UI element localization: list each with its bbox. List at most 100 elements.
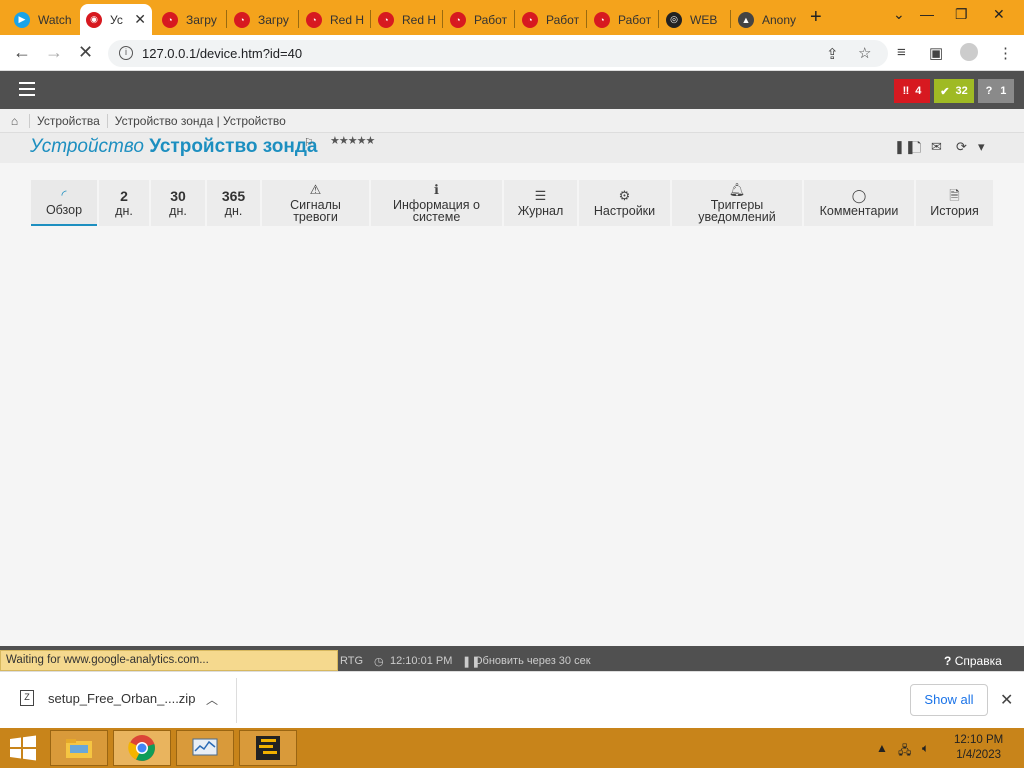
browser-tab-label: Anony [762, 12, 797, 27]
tab-alarms[interactable]: ⚠ Сигналы тревоги [262, 180, 369, 226]
chrome-taskbar-button[interactable] [113, 730, 171, 766]
flag-icon[interactable]: ⚐ [304, 136, 314, 149]
sensors-up-badge[interactable]: ✔ 32 [934, 79, 974, 103]
tab-log[interactable]: ☰ Журнал [504, 180, 577, 226]
tab-label: Журнал [517, 203, 564, 218]
browser-tab[interactable]: ◔ Загру [156, 4, 226, 35]
browser-tab[interactable]: ◎ WEB [660, 4, 730, 35]
log-icon: ☰ [534, 187, 547, 203]
file-explorer-taskbar-button[interactable] [50, 730, 108, 766]
tab-comments[interactable]: ◯ Комментарии [804, 180, 914, 226]
url-field[interactable]: i 127.0.0.1/device.htm?id=40 ⇪ ☆ [108, 40, 888, 67]
gauge-icon: ◜ [61, 186, 67, 202]
content-area [0, 226, 1024, 646]
help-label: Справка [954, 654, 1002, 668]
help-link[interactable]: ? Справка [944, 654, 1002, 668]
new-tab-button[interactable]: + [810, 6, 822, 29]
tab-30-days[interactable]: 30 дн. [151, 180, 205, 226]
tab-divider [442, 10, 443, 28]
clock-icon: ◷ [374, 656, 384, 668]
close-tab-icon[interactable]: ✕ [134, 11, 146, 28]
bookmark-star-icon[interactable]: ☆ [858, 44, 871, 62]
close-window-icon[interactable]: ✕ [993, 6, 1005, 23]
tab-notification-triggers[interactable]: 🔔︎ Триггеры уведомлений [672, 180, 802, 226]
refresh-countdown[interactable]: Обновить через 30 сек [474, 655, 591, 667]
browser-tab[interactable]: ◔ Работ [588, 4, 658, 35]
close-download-shelf-icon[interactable]: ✕ [1000, 690, 1013, 710]
prtg-icon: ◔ [378, 11, 394, 28]
browser-tab-active[interactable]: ◉ Ус ✕ [80, 4, 152, 35]
volume-icon[interactable]: 🔈︎ [922, 741, 929, 756]
browser-tab-label: Watch [38, 12, 72, 27]
tab-history[interactable]: 🗎 История [916, 180, 993, 226]
tab-2-days[interactable]: 2 дн. [99, 180, 149, 226]
stop-loading-icon[interactable]: ✕ [78, 42, 93, 63]
browser-menu-icon[interactable]: ⋮ [998, 44, 1013, 62]
side-panel-icon[interactable]: ▣ [929, 44, 943, 62]
site-info-icon[interactable]: i [119, 46, 133, 60]
question-icon: ? [985, 85, 993, 97]
prtg-icon: ◔ [450, 11, 466, 28]
url-text[interactable]: 127.0.0.1/device.htm?id=40 [142, 46, 302, 61]
page-title-prefix: Устройство [30, 136, 144, 157]
minimize-icon[interactable]: — [920, 6, 934, 22]
tab-label: дн. [224, 203, 243, 218]
download-filename: setup_Free_Orban_....zip [48, 690, 196, 706]
forward-arrow-icon[interactable]: → [45, 42, 63, 63]
browser-tab[interactable]: ▲ Anony [732, 4, 798, 35]
chevron-up-icon[interactable]: ︿ [206, 691, 218, 708]
breadcrumb-current[interactable]: Устройство зонда | Устройство [108, 114, 293, 128]
browser-tab[interactable]: ◔ Red H [300, 4, 370, 35]
tab-365-days[interactable]: 365 дн. [207, 180, 260, 226]
priority-stars[interactable]: ★★★★★ [330, 134, 375, 147]
info-icon: ℹ [434, 181, 439, 197]
breadcrumb-devices[interactable]: Устройства [30, 113, 108, 128]
app-header: ‼ 4 ✔ 32 ? 1 [0, 71, 1024, 109]
chrome-icon [128, 735, 155, 761]
reading-list-icon[interactable]: ≡ [897, 44, 906, 61]
restore-icon[interactable]: ❐ [955, 6, 968, 23]
hamburger-menu-icon[interactable] [19, 82, 35, 96]
system-clock[interactable]: 12:10 PM 1/4/2023 [954, 733, 1003, 763]
share-icon[interactable]: ⇪ [826, 45, 839, 63]
browser-tab-watch[interactable]: ▶ Watch [8, 4, 74, 35]
tab-settings[interactable]: ⚙ Настройки [579, 180, 670, 226]
tab-divider [226, 10, 227, 28]
app-taskbar-button-2[interactable] [239, 730, 297, 766]
page-title-name[interactable]: Устройство зонда [149, 136, 317, 157]
download-shelf: Z setup_Free_Orban_....zip ︿ Show all ✕ [0, 671, 1024, 728]
profile-avatar-icon[interactable] [960, 43, 978, 61]
tab-overview[interactable]: ◜ Обзор [31, 180, 97, 226]
alarm-down-badge[interactable]: ‼ 4 [894, 79, 930, 103]
browser-tab[interactable]: ◔ Red H [372, 4, 442, 35]
browser-tab-label: Red H [330, 12, 365, 27]
sensors-unknown-badge[interactable]: ? 1 [978, 79, 1014, 103]
tab-label: История [930, 203, 979, 218]
browser-tab-label: Загру [258, 12, 289, 27]
app-taskbar-button[interactable] [176, 730, 234, 766]
double-exclamation-icon: ‼ [902, 85, 910, 97]
download-item[interactable]: Z setup_Free_Orban_....zip [20, 690, 195, 706]
browser-tab[interactable]: ◔ Загру [228, 4, 298, 35]
browser-tab[interactable]: ◔ Работ [516, 4, 586, 35]
tab-divider [514, 10, 515, 28]
windows-start-icon[interactable] [8, 735, 38, 761]
browser-tab[interactable]: ◔ Работ [444, 4, 514, 35]
caret-down-icon[interactable]: ▾ [978, 139, 985, 155]
refresh-icon[interactable]: ⟳ [956, 139, 967, 155]
network-icon[interactable]: 🖧 [898, 741, 911, 762]
tab-label: Обзор [45, 202, 83, 217]
warning-icon: ⚠ [309, 181, 322, 197]
add-sensor-icon[interactable]: 🗋 [911, 139, 921, 161]
tab-label: Информация о [393, 197, 480, 212]
tray-chevron-icon[interactable]: ▲ [876, 741, 888, 755]
back-arrow-icon[interactable]: ← [13, 42, 31, 63]
prtg-icon: ◔ [594, 11, 610, 28]
show-all-button[interactable]: Show all [910, 684, 988, 716]
page-title-bar: Устройство Устройство зонда ⚐ ★★★★★ ❚❚ 🗋… [0, 133, 1024, 163]
home-icon[interactable]: ⌂ [0, 113, 30, 128]
history-icon: 🗎 [949, 187, 960, 203]
tab-system-info[interactable]: ℹ Информация о системе [371, 180, 502, 226]
email-icon[interactable]: ✉ [931, 139, 942, 155]
tab-search-chevron-icon[interactable]: ⌄ [893, 6, 905, 23]
